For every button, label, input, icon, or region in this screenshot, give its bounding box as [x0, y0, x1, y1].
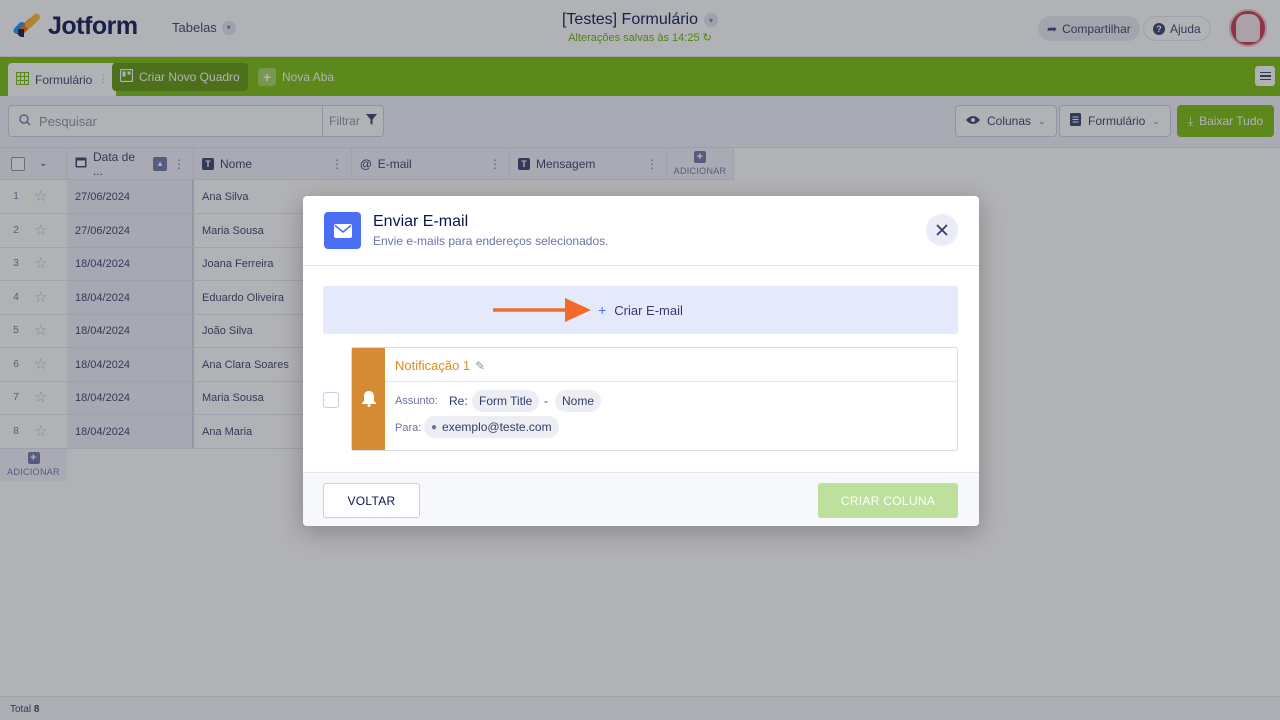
bell-icon — [361, 391, 376, 407]
notification-card[interactable]: Notificação 1 ✎ Assunto: Re: Form Title … — [351, 347, 958, 451]
subject-prefix: Re: — [449, 394, 468, 408]
notification-checkbox[interactable] — [323, 392, 339, 408]
arrow-annotation-icon — [493, 298, 591, 322]
envelope-icon — [324, 212, 361, 249]
close-icon — [936, 224, 948, 236]
back-button[interactable]: VOLTAR — [323, 483, 420, 518]
create-email-button[interactable]: + Criar E-mail — [323, 286, 958, 334]
subject-field-chip: Nome — [555, 390, 602, 412]
subject-field-chip: Form Title — [472, 390, 540, 412]
to-label: Para: — [395, 422, 422, 434]
create-column-button[interactable]: CRIAR COLUNA — [818, 483, 958, 518]
close-button[interactable] — [926, 214, 958, 246]
modal-header: Enviar E-mail Envie e-mails para endereç… — [303, 196, 979, 266]
pencil-icon[interactable]: ✎ — [475, 359, 485, 373]
subject-separator: - — [544, 394, 548, 408]
divider — [385, 381, 957, 382]
notification-name[interactable]: Notificação 1 ✎ — [395, 358, 485, 373]
create-email-label: Criar E-mail — [614, 302, 683, 318]
subject-label: Assunto: — [395, 395, 438, 407]
modal-footer: VOLTAR CRIAR COLUNA — [303, 472, 979, 526]
modal-title: Enviar E-mail — [373, 213, 469, 230]
modal-subtitle: Envie e-mails para endereços selecionado… — [373, 234, 609, 248]
plus-icon: + — [598, 302, 607, 318]
send-email-modal: Enviar E-mail Envie e-mails para endereç… — [303, 196, 979, 526]
user-icon: ● — [431, 421, 438, 433]
notification-bell-strip — [352, 348, 385, 450]
recipient-chip: ● exemplo@teste.com — [424, 416, 559, 438]
